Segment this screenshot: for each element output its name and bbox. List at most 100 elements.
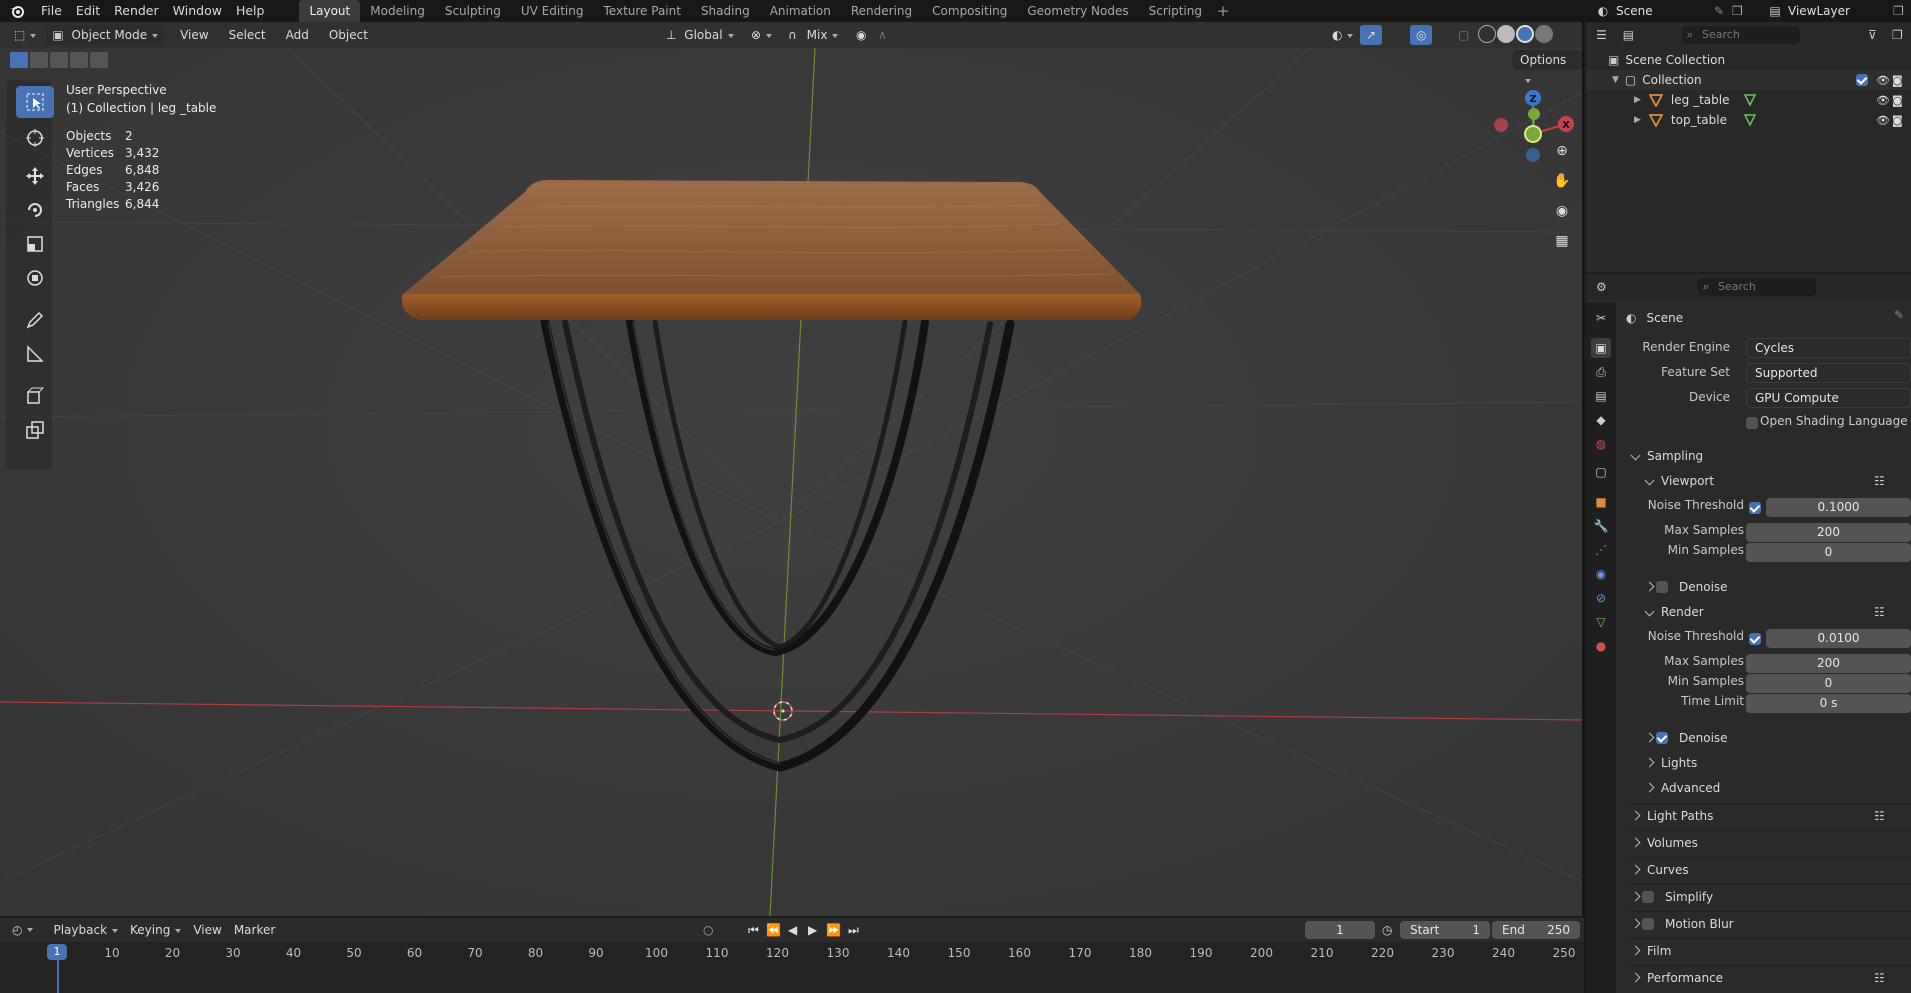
transform-tool[interactable] [16, 262, 54, 294]
viewport-max-samples-field[interactable]: 200 [1746, 523, 1911, 542]
pivot-dropdown[interactable]: ⊗ [745, 25, 778, 45]
record-icon[interactable]: ○ [703, 923, 713, 937]
gizmo-toggle[interactable]: ↗ [1360, 25, 1383, 45]
pin-icon[interactable]: ✎ [1894, 308, 1904, 322]
clock-icon[interactable]: ◷ [1382, 923, 1392, 937]
pin-icon[interactable]: ✎ [1714, 4, 1732, 18]
render-min-samples-field[interactable]: 0 [1746, 674, 1911, 693]
motion-blur-checkbox[interactable] [1642, 918, 1654, 930]
outliner-search[interactable]: ⌕ Search [1682, 26, 1800, 44]
solid-shading-icon[interactable] [1497, 25, 1515, 43]
view-layer-tab-icon[interactable]: ▤ [1591, 386, 1611, 406]
editor-type-button[interactable]: ⬚ [8, 25, 42, 45]
output-tab-icon[interactable]: ⎙ [1591, 362, 1611, 382]
select-new-icon[interactable] [10, 52, 28, 68]
world-tab-icon[interactable]: ◍ [1591, 434, 1611, 454]
viewport-noise-threshold-field[interactable]: 0.1000 [1766, 498, 1911, 517]
visibility-dropdown[interactable]: ◐ [1326, 25, 1359, 45]
overlay-toggle[interactable]: ◎ [1410, 25, 1433, 45]
jump-end-icon[interactable]: ⏭ [848, 923, 859, 938]
tab-texture-paint[interactable]: Texture Paint [594, 0, 691, 22]
tab-scripting[interactable]: Scripting [1139, 0, 1212, 22]
presets-list-icon[interactable]: ☷ [1874, 469, 1885, 493]
marker-menu[interactable]: Marker [228, 920, 281, 940]
tab-animation[interactable]: Animation [760, 0, 841, 22]
tab-compositing[interactable]: Compositing [922, 0, 1017, 22]
lights-subpanel[interactable]: Lights [1626, 751, 1911, 775]
cursor-tool[interactable] [16, 122, 54, 154]
object-tab-icon[interactable]: ■ [1591, 492, 1611, 512]
expand-chevron-icon[interactable]: ▶ [1634, 95, 1641, 105]
rotate-tool[interactable] [16, 194, 54, 226]
outliner-root-row[interactable]: ▣ Scene Collection [1586, 50, 1911, 70]
play-reverse-icon[interactable]: ◀ [788, 923, 797, 937]
render-subpanel-header[interactable]: Render ☷ [1626, 600, 1911, 624]
properties-search[interactable]: ⌕ Search [1698, 278, 1816, 296]
jump-start-icon[interactable]: ⏮ [748, 923, 759, 938]
scene-name[interactable]: Scene [1616, 4, 1714, 18]
device-dropdown[interactable]: GPU Compute [1746, 388, 1911, 408]
timeline-view-menu[interactable]: View [187, 920, 227, 940]
performance-panel[interactable]: Performance ☷ [1626, 965, 1911, 989]
viewport-subpanel-header[interactable]: Viewport ☷ [1626, 469, 1911, 493]
tab-rendering[interactable]: Rendering [841, 0, 922, 22]
object-visibility-icon[interactable]: 👁 [1876, 114, 1890, 127]
jump-keyframe-forward-icon[interactable]: ⏩ [826, 923, 841, 937]
select-subtract-icon[interactable] [50, 52, 68, 68]
render-noise-threshold-field[interactable]: 0.0100 [1766, 629, 1911, 648]
render-denoise-checkbox[interactable] [1656, 732, 1668, 744]
particles-tab-icon[interactable]: ⋰ [1591, 540, 1611, 560]
film-panel[interactable]: Film [1626, 938, 1911, 962]
collection-tab-icon[interactable]: ▢ [1591, 462, 1611, 482]
playback-menu[interactable]: Playback [47, 920, 124, 940]
select-box-tool[interactable] [16, 86, 54, 118]
snap-dropdown[interactable]: ∩ Mix [782, 25, 844, 45]
curves-panel[interactable]: Curves [1626, 857, 1911, 881]
advanced-subpanel[interactable]: Advanced [1626, 776, 1911, 800]
viewport-denoise-checkbox[interactable] [1656, 581, 1668, 593]
object-visibility-icon[interactable]: 👁 [1876, 94, 1890, 107]
tab-uv-editing[interactable]: UV Editing [511, 0, 594, 22]
select-invert-icon[interactable] [70, 52, 88, 68]
camera-view-icon[interactable]: ◉ [1549, 198, 1575, 224]
outliner-collection-row[interactable]: ▼ ▢ Collection 👁 ◙ [1586, 70, 1911, 90]
menu-help[interactable]: Help [229, 0, 272, 22]
expand-chevron-icon[interactable]: ▶ [1634, 115, 1641, 125]
jump-keyframe-back-icon[interactable]: ⏪ [766, 923, 781, 937]
annotate-tool[interactable] [16, 304, 54, 336]
rendered-shading-icon[interactable] [1535, 25, 1553, 43]
tab-shading[interactable]: Shading [691, 0, 760, 22]
viewport-noise-threshold-checkbox[interactable] [1749, 502, 1761, 514]
extrude-tool[interactable] [16, 414, 54, 446]
collection-visibility-icon[interactable]: 👁 [1876, 74, 1890, 87]
display-mode-icon[interactable]: ▤ [1623, 28, 1634, 42]
properties-editor-icon[interactable]: ⚙ [1596, 280, 1607, 294]
outliner-object-row[interactable]: ▶ leg _table 👁 ◙ [1586, 90, 1911, 110]
measure-tool[interactable] [16, 338, 54, 370]
render-tab-icon[interactable]: ▣ [1591, 338, 1611, 358]
play-icon[interactable]: ▶ [808, 923, 817, 937]
render-max-samples-field[interactable]: 200 [1746, 654, 1911, 673]
presets-list-icon[interactable]: ☷ [1874, 966, 1885, 990]
viewport-menu-add[interactable]: Add [280, 25, 315, 45]
viewport-denoise-subpanel[interactable]: Denoise [1626, 575, 1911, 599]
zoom-icon[interactable]: ⊕ [1549, 138, 1575, 164]
simplify-panel[interactable]: Simplify [1626, 884, 1911, 908]
physics-tab-icon[interactable]: ◉ [1591, 564, 1611, 584]
object-render-icon[interactable]: ◙ [1892, 94, 1903, 107]
menu-render[interactable]: Render [107, 0, 166, 22]
view-layer-name[interactable]: ViewLayer [1788, 4, 1893, 18]
mode-dropdown[interactable]: ▣ Object Mode [46, 25, 165, 45]
options-button[interactable]: Options [1512, 50, 1582, 83]
presets-list-icon[interactable]: ☷ [1874, 600, 1885, 624]
add-cube-tool[interactable] [16, 380, 54, 412]
end-frame-field[interactable]: End 250 [1492, 921, 1580, 939]
collapse-chevron-icon[interactable]: ▼ [1612, 75, 1619, 85]
add-workspace-icon[interactable]: + [1212, 2, 1234, 20]
start-frame-field[interactable]: Start 1 [1400, 921, 1490, 939]
collection-render-icon[interactable]: ◙ [1892, 74, 1903, 87]
menu-window[interactable]: Window [166, 0, 229, 22]
scale-tool[interactable] [16, 228, 54, 260]
select-intersect-icon[interactable] [90, 52, 108, 68]
playhead[interactable]: 1 [47, 944, 67, 960]
